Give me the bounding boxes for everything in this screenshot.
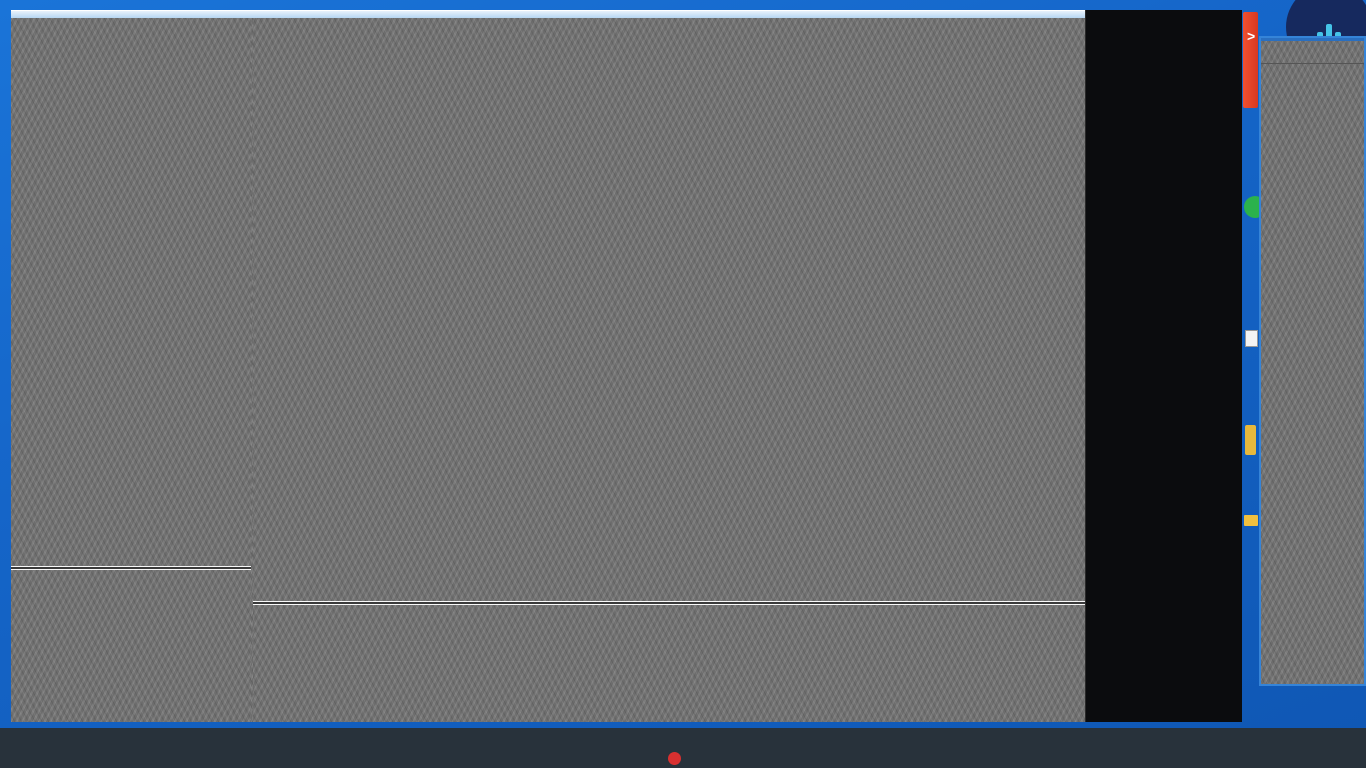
analyzer-main-window [11,10,1242,722]
analyzer-titlebar[interactable] [11,10,1085,18]
spectrum-ch2-panel [253,605,1085,722]
background-app-icon [1244,196,1259,218]
taskbar [0,728,1366,768]
spectrum-ch1-panel [253,18,1085,601]
notification-badge [668,752,681,765]
control-panel-window [1259,36,1366,686]
multimeter-header [1086,12,1242,36]
weather-widget[interactable] [652,728,681,768]
action-center-button[interactable] [1334,728,1364,768]
background-windows-strip: > [1242,0,1259,722]
background-doc-icon [1245,330,1258,347]
desktop: > [0,0,1366,768]
background-folder-icon [1244,515,1258,526]
background-pencil-icon [1245,425,1256,455]
control-panel-titlebar[interactable] [1261,38,1364,64]
chevron-right-icon: > [1247,28,1256,44]
background-red-window-edge[interactable]: > [1243,12,1258,108]
oscilloscope-ch1-panel [11,18,251,566]
system-tray [1308,728,1366,768]
multimeter-panel [1085,10,1242,722]
oscilloscope-ch2-panel [11,570,251,722]
